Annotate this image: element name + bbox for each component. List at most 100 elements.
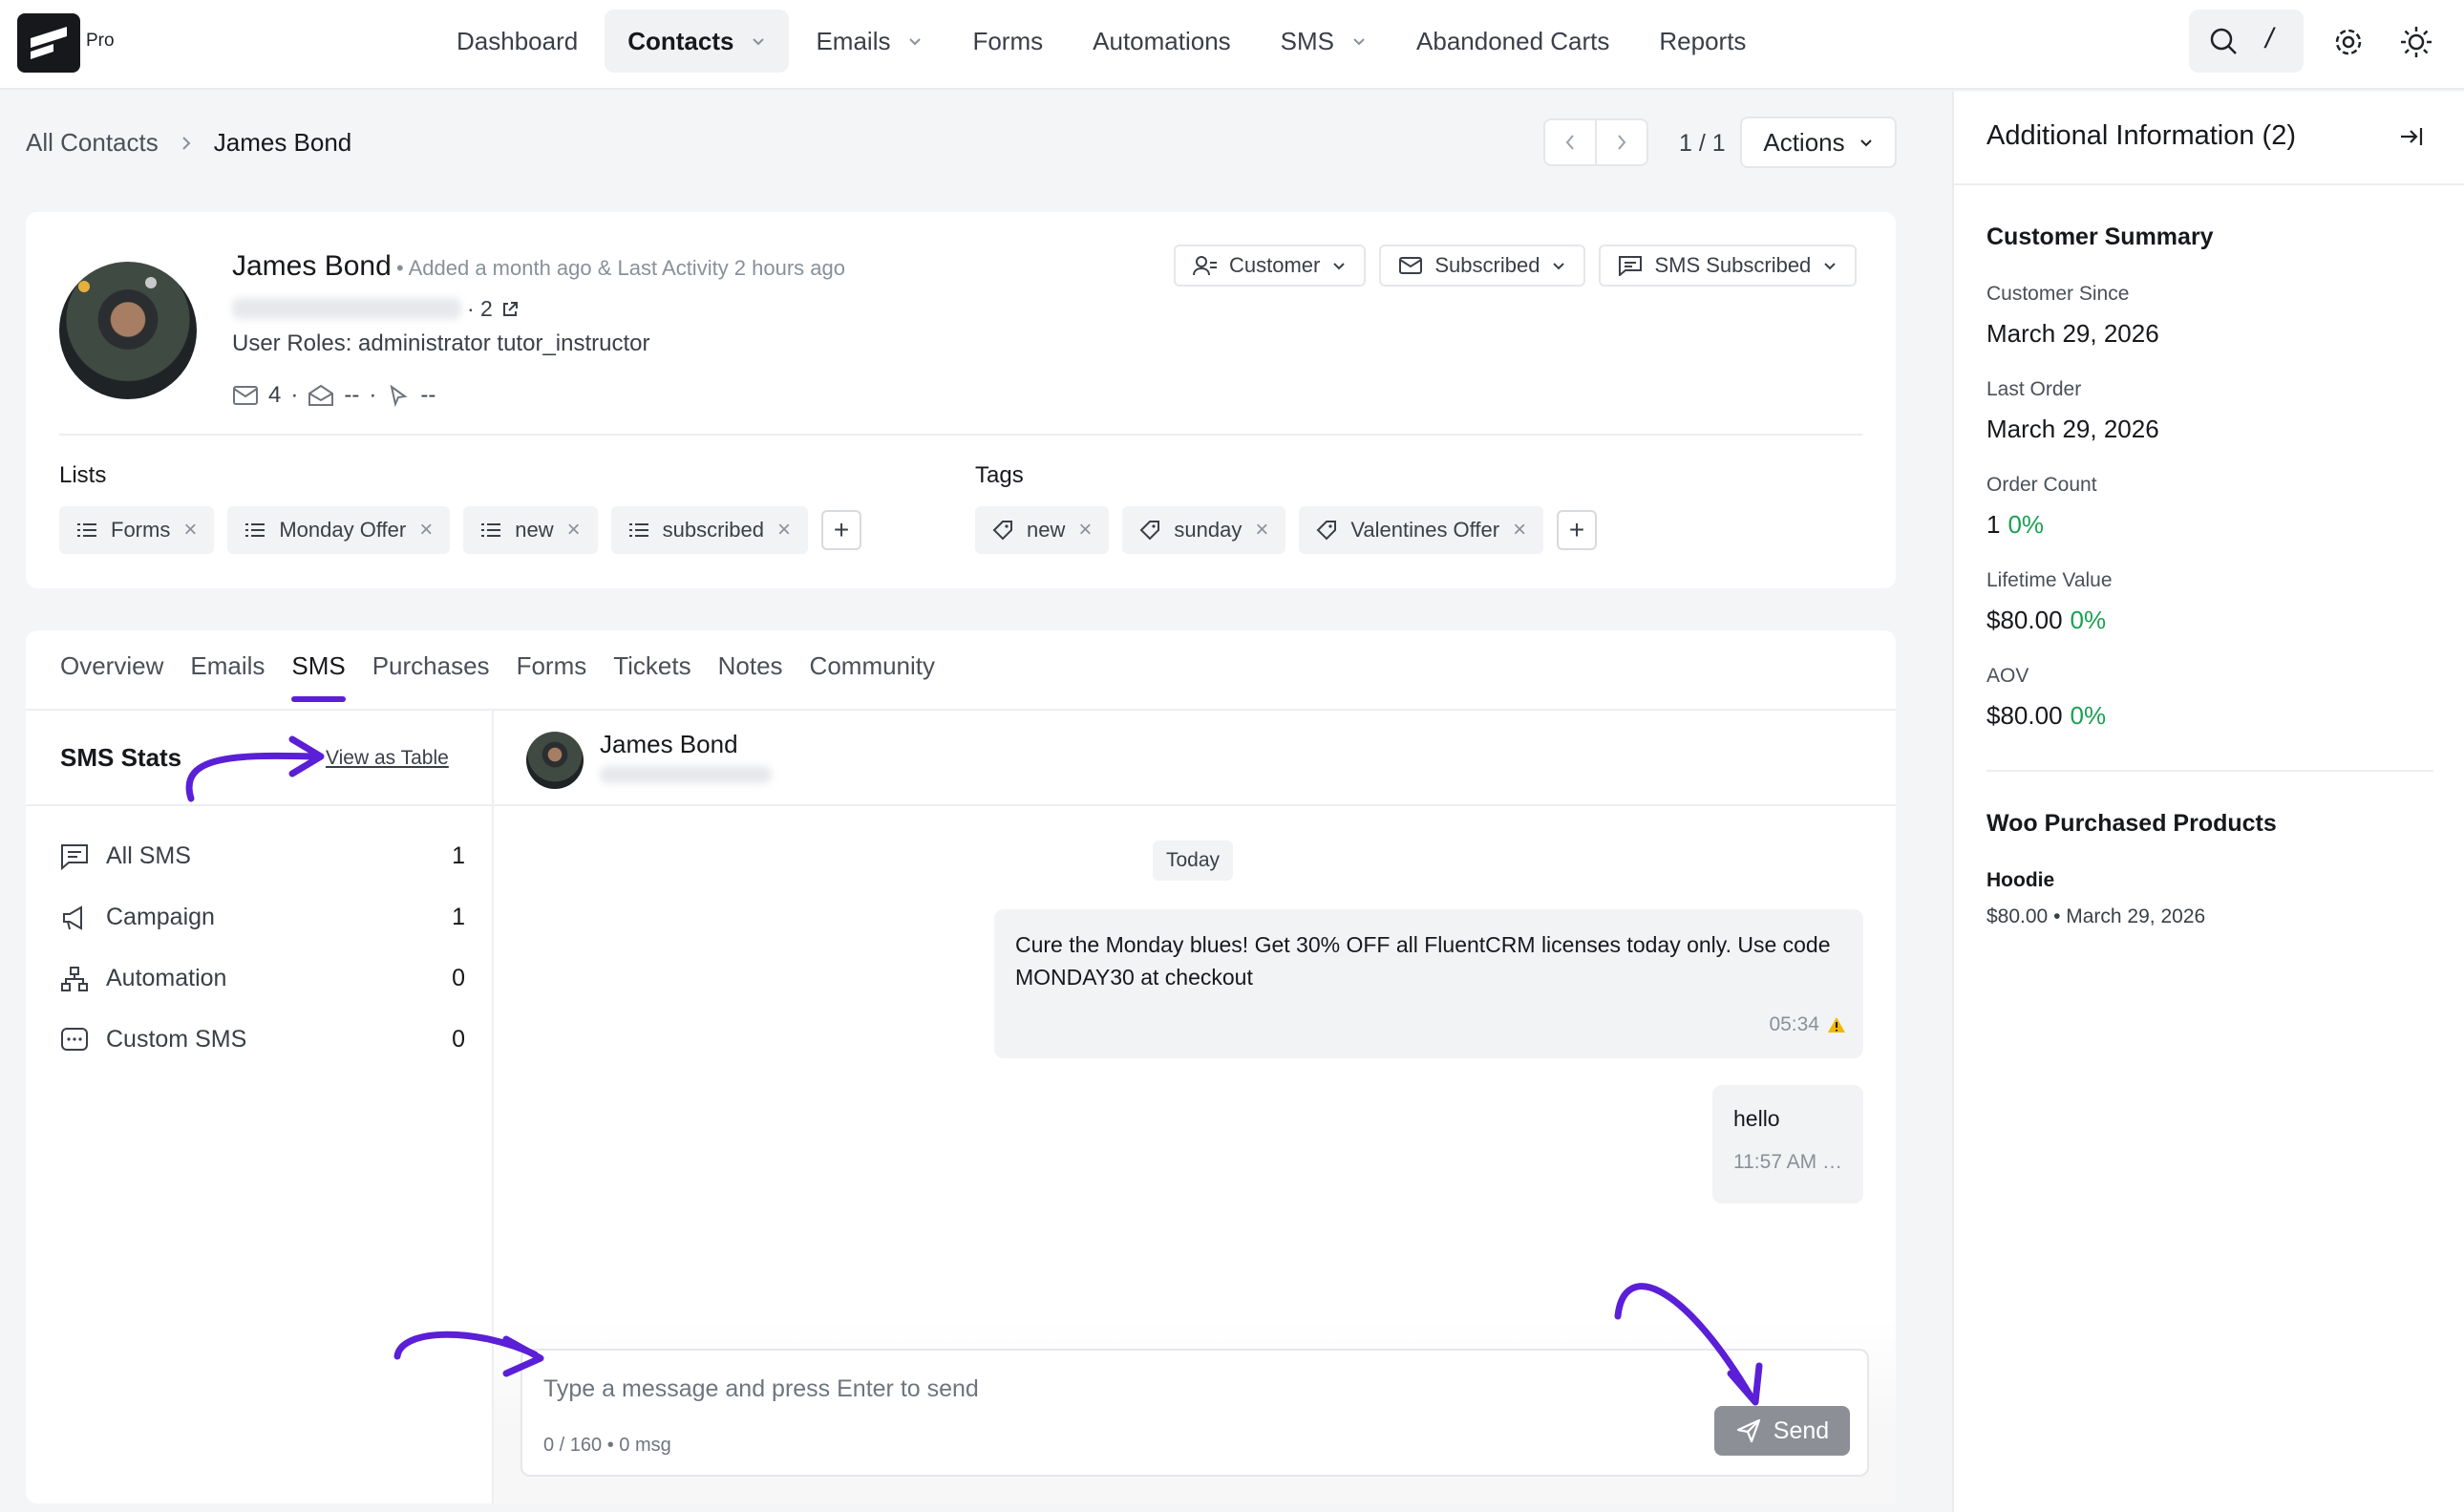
field-label: AOV — [1986, 665, 2029, 687]
stat-custom-sms[interactable]: Custom SMS 0 — [60, 1026, 465, 1054]
chat-icon — [1619, 256, 1643, 276]
tab-purchases[interactable]: Purchases — [372, 651, 490, 698]
gear-icon[interactable] — [2332, 26, 2365, 58]
cursor-click-icon — [390, 384, 408, 408]
nav-automations[interactable]: Automations — [1070, 10, 1254, 73]
send-button[interactable]: Send — [1714, 1406, 1850, 1456]
woo-products-title: Woo Purchased Products — [1986, 810, 2277, 837]
actions-dropdown[interactable]: Actions — [1740, 117, 1897, 168]
remove-icon[interactable]: × — [777, 517, 791, 543]
contact-id-text: · 2 — [467, 296, 493, 321]
search-button[interactable]: / — [2189, 10, 2304, 73]
logo-mark-icon — [31, 27, 67, 59]
list-chip[interactable]: Forms × — [59, 506, 215, 554]
previous-contact-button[interactable] — [1545, 120, 1597, 164]
panel-title: Additional Information (2) — [1986, 120, 2296, 151]
actions-label: Actions — [1763, 127, 1845, 157]
remove-icon[interactable]: × — [419, 517, 433, 543]
field-label: Lifetime Value — [1986, 569, 2113, 591]
tab-community[interactable]: Community — [810, 651, 935, 698]
nav-reports[interactable]: Reports — [1636, 10, 1769, 73]
remove-icon[interactable]: × — [1078, 517, 1092, 543]
send-label: Send — [1773, 1416, 1830, 1444]
tag-chip[interactable]: new × — [975, 506, 1110, 554]
list-icon — [481, 523, 501, 537]
list-chip[interactable]: new × — [463, 506, 598, 554]
open-count: -- — [344, 382, 360, 408]
tag-chip-label: sunday — [1174, 518, 1243, 542]
chevron-down-icon — [1553, 263, 1565, 270]
field-label: Last Order — [1986, 378, 2082, 400]
add-list-button[interactable]: + — [821, 510, 862, 550]
remove-icon[interactable]: × — [1255, 517, 1268, 543]
tab-overview[interactable]: Overview — [60, 651, 163, 698]
stat-campaign[interactable]: Campaign 1 — [60, 904, 465, 931]
warning-icon[interactable] — [1827, 1016, 1846, 1033]
lists-chips: Forms × Monday Offer × new × subscribed × + — [59, 506, 862, 554]
flow-icon — [61, 966, 88, 991]
add-tag-button[interactable]: + — [1557, 510, 1598, 550]
sms-status-dropdown[interactable]: SMS Subscribed — [1599, 245, 1858, 287]
nav-contacts[interactable]: Contacts — [605, 10, 790, 73]
contact-id-link[interactable]: · 2 — [467, 296, 520, 322]
separator: · — [369, 382, 377, 408]
mail-icon — [233, 386, 258, 405]
additional-info-panel: Additional Information (2) Customer Summ… — [1952, 92, 2464, 1512]
contact-pager — [1543, 118, 1648, 166]
sms-composer: 0 / 160 • 0 msg Send — [520, 1349, 1869, 1477]
nav-forms[interactable]: Forms — [949, 10, 1066, 73]
tag-chip-label: new — [1027, 518, 1066, 542]
message-input[interactable] — [543, 1370, 1594, 1408]
remove-icon[interactable]: × — [1513, 517, 1526, 543]
field-value: $80.00 0% — [1986, 606, 2106, 635]
list-chip-label: subscribed — [662, 518, 765, 542]
list-icon — [628, 523, 648, 537]
tag-chip[interactable]: sunday × — [1122, 506, 1286, 554]
blurred-email — [232, 298, 461, 319]
list-chip[interactable]: subscribed × — [610, 506, 809, 554]
tab-tickets[interactable]: Tickets — [613, 651, 690, 698]
search-icon — [2210, 28, 2237, 54]
nav-label: SMS — [1280, 26, 1335, 55]
field-value: March 29, 2026 — [1986, 415, 2159, 444]
nav-emails[interactable]: Emails — [793, 10, 945, 73]
blurred-phone — [600, 766, 772, 783]
tag-icon — [992, 521, 1012, 541]
fluentcrm-logo[interactable] — [17, 13, 80, 73]
nav-dashboard[interactable]: Dashboard — [434, 10, 601, 73]
tag-chip[interactable]: Valentines Offer × — [1299, 506, 1544, 554]
contact-profile-card: James Bond • Added a month ago & Last Ac… — [26, 212, 1896, 588]
message-time: 11:57 AM … — [1733, 1151, 1843, 1173]
tab-sms[interactable]: SMS — [291, 651, 347, 702]
next-contact-button[interactable] — [1597, 120, 1646, 164]
stat-automation[interactable]: Automation 0 — [60, 965, 465, 992]
external-link-icon — [502, 301, 518, 316]
separator: · — [290, 382, 299, 408]
tab-forms[interactable]: Forms — [517, 651, 587, 698]
tab-notes[interactable]: Notes — [718, 651, 783, 698]
stat-all-sms[interactable]: All SMS 1 — [60, 842, 465, 870]
user-roles: User Roles: administrator tutor_instruct… — [232, 330, 650, 356]
avatar — [59, 262, 197, 399]
contact-tabs: Overview Emails SMS Purchases Forms Tick… — [60, 651, 935, 702]
value-text: $80.00 — [1986, 701, 2063, 730]
remove-icon[interactable]: × — [567, 517, 581, 543]
mail-open-icon — [308, 384, 334, 406]
contact-type-dropdown[interactable]: Customer — [1174, 245, 1367, 287]
view-as-table-link[interactable]: View as Table — [326, 747, 449, 770]
list-chip[interactable]: Monday Offer × — [227, 506, 451, 554]
email-status-dropdown[interactable]: Subscribed — [1379, 245, 1586, 287]
chevron-down-icon — [1333, 263, 1346, 270]
breadcrumb: All Contacts James Bond — [26, 128, 351, 158]
remove-icon[interactable]: × — [183, 517, 197, 543]
tab-emails[interactable]: Emails — [190, 651, 265, 698]
message-meta: 05:34 — [1769, 1009, 1846, 1041]
theme-toggle-icon[interactable] — [2400, 26, 2432, 58]
collapse-panel-icon[interactable] — [2397, 122, 2426, 151]
user-list-icon — [1193, 256, 1217, 276]
breadcrumb-all-contacts[interactable]: All Contacts — [26, 128, 159, 158]
nav-abandoned-carts[interactable]: Abandoned Carts — [1393, 10, 1632, 73]
field-value: 1 0% — [1986, 510, 2044, 540]
nav-sms[interactable]: SMS — [1258, 10, 1390, 73]
lists-label: Lists — [59, 462, 107, 488]
